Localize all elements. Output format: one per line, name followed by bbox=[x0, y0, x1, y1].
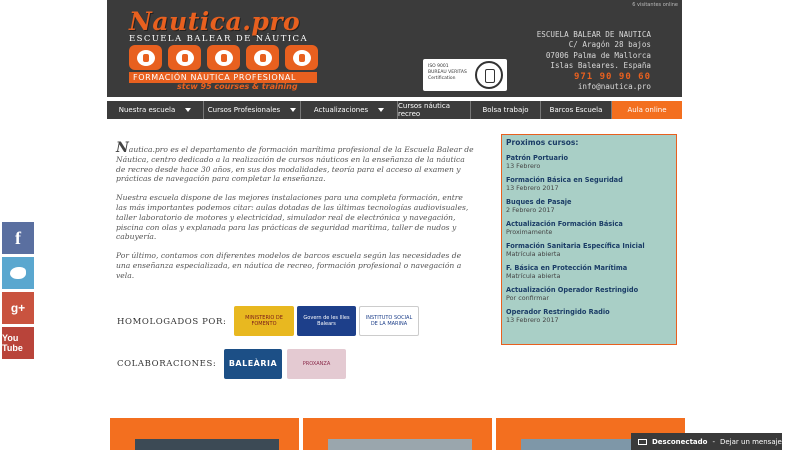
intro-text: Nautica.pro es el departamento de formac… bbox=[116, 140, 476, 290]
chat-action: Dejar un mensaje bbox=[719, 437, 782, 446]
intro-paragraph: Nuestra escuela dispone de las mejores i… bbox=[116, 193, 469, 242]
youtube-icon[interactable]: You Tube bbox=[2, 327, 34, 359]
survival-suit-icon bbox=[246, 45, 279, 70]
course-item[interactable]: Actualización Formación Básica Proximame… bbox=[506, 220, 672, 236]
envelope-icon bbox=[638, 438, 647, 445]
chat-widget[interactable]: Desconectado - Dejar un mensaje bbox=[631, 433, 782, 450]
nav-label: Cursos Profesionales bbox=[207, 106, 281, 114]
nav-label: Barcos Escuela bbox=[549, 106, 603, 114]
nav-item-aula-online[interactable]: Aula online bbox=[612, 101, 682, 119]
feature-card[interactable] bbox=[303, 418, 492, 450]
nav-label: Bolsa trabajo bbox=[482, 106, 529, 114]
iso-certification-badge: ISO 9001 BUREAU VERITAS Certification bbox=[423, 59, 507, 91]
course-item[interactable]: Patrón Portuario 13 Febrero bbox=[506, 154, 672, 170]
intro-paragraph: Nautica.pro es el departamento de formac… bbox=[116, 140, 474, 184]
courses-title: Proximos cursos: bbox=[506, 138, 579, 147]
balearia-logo[interactable]: BALEÀRIA bbox=[224, 349, 282, 379]
homologados-label: HOMOLOGADOS POR: bbox=[117, 317, 227, 327]
twitter-icon[interactable] bbox=[2, 257, 34, 289]
ministerio-fomento-logo[interactable]: MINISTERIO DE FOMENTO bbox=[234, 306, 294, 336]
nav-label: Actualizaciones bbox=[313, 106, 369, 114]
address-region: Islas Baleares. España bbox=[550, 61, 651, 71]
card-image bbox=[328, 439, 472, 450]
address-name: ESCUELA BALEAR DE NAUTICA bbox=[536, 30, 651, 39]
colaboraciones-label: COLABORACIONES: bbox=[117, 359, 217, 369]
logo-slogan: stcw 95 courses & training bbox=[177, 82, 298, 91]
caret-down-icon bbox=[378, 108, 385, 112]
instituto-social-marina-logo[interactable]: INSTITUTO SOCIAL DE LA MARINA bbox=[359, 306, 419, 336]
cert-line: Certification bbox=[428, 76, 456, 81]
googleplus-icon[interactable]: g+ bbox=[2, 292, 34, 324]
nav-item-cursos-nautica-recreo[interactable]: Cursos náutica recreo bbox=[398, 101, 471, 119]
nav-item-actualizaciones[interactable]: Actualizaciones bbox=[301, 101, 398, 119]
lifejacket-icon bbox=[207, 45, 240, 70]
main-nav: Nuestra escuela Cursos Profesionales Act… bbox=[107, 101, 682, 119]
contact-address: ESCUELA BALEAR DE NAUTICA C/ Aragón 28 b… bbox=[537, 30, 651, 92]
course-item[interactable]: F. Básica en Protección Marítima Matrícu… bbox=[506, 264, 672, 280]
intro-paragraph: Por último, contamos con diferentes mode… bbox=[116, 251, 462, 280]
card-image bbox=[135, 439, 279, 450]
nav-label: Aula online bbox=[627, 106, 667, 114]
boat-icon bbox=[168, 45, 201, 70]
nav-item-bolsa-trabajo[interactable]: Bolsa trabajo bbox=[471, 101, 541, 119]
course-item[interactable]: Formación Básica en Seguridad 13 Febrero… bbox=[506, 176, 672, 192]
address-city: 07006 Palma de Mallorca bbox=[545, 50, 651, 60]
caret-down-icon bbox=[290, 108, 297, 112]
logo-icons bbox=[129, 45, 318, 70]
logo-subtitle: ESCUELA BALEAR DE NÁUTICA bbox=[129, 34, 308, 44]
nav-label: Nuestra escuela bbox=[118, 106, 176, 114]
course-item[interactable]: Formación Sanitaria Específica Inicial M… bbox=[506, 242, 672, 258]
upcoming-courses-panel: Proximos cursos: Patrón Portuario 13 Feb… bbox=[501, 134, 677, 345]
nav-item-barcos-escuela[interactable]: Barcos Escuela bbox=[541, 101, 612, 119]
feature-card[interactable] bbox=[110, 418, 299, 450]
bureau-veritas-seal-icon bbox=[475, 61, 503, 89]
chat-status: Desconectado bbox=[652, 437, 708, 446]
drop-letter: N bbox=[116, 140, 129, 156]
logo-title[interactable]: Nautica.pro bbox=[129, 7, 300, 36]
course-item[interactable]: Buques de Pasaje 2 Febrero 2017 bbox=[506, 198, 672, 214]
address-phone: 971 90 90 60 bbox=[573, 71, 651, 82]
site-header: 6 visitantes online Nautica.pro ESCUELA … bbox=[107, 0, 682, 97]
proxanza-logo[interactable]: PROXANZA bbox=[287, 349, 346, 379]
course-item[interactable]: Actualización Operador Restringido Por c… bbox=[506, 286, 672, 302]
bird-icon bbox=[10, 267, 26, 279]
nav-label: Cursos náutica recreo bbox=[398, 102, 450, 118]
address-street: C/ Aragón 28 bajos bbox=[568, 40, 651, 50]
govern-illes-balears-logo[interactable]: Govern de les Illes Balears bbox=[297, 306, 356, 336]
course-item[interactable]: Operador Restringido Radio 13 Febrero 20… bbox=[506, 308, 672, 324]
nav-item-cursos-profesionales[interactable]: Cursos Profesionales bbox=[204, 101, 301, 119]
nav-item-nuestra-escuela[interactable]: Nuestra escuela bbox=[107, 101, 204, 119]
caret-down-icon bbox=[185, 108, 192, 112]
online-visitors: 6 visitantes online bbox=[632, 2, 678, 8]
address-email[interactable]: info@nautica.pro bbox=[537, 82, 651, 92]
facebook-icon[interactable]: f bbox=[2, 222, 34, 254]
diver-icon bbox=[129, 45, 162, 70]
lifebuoy-icon bbox=[285, 45, 318, 70]
